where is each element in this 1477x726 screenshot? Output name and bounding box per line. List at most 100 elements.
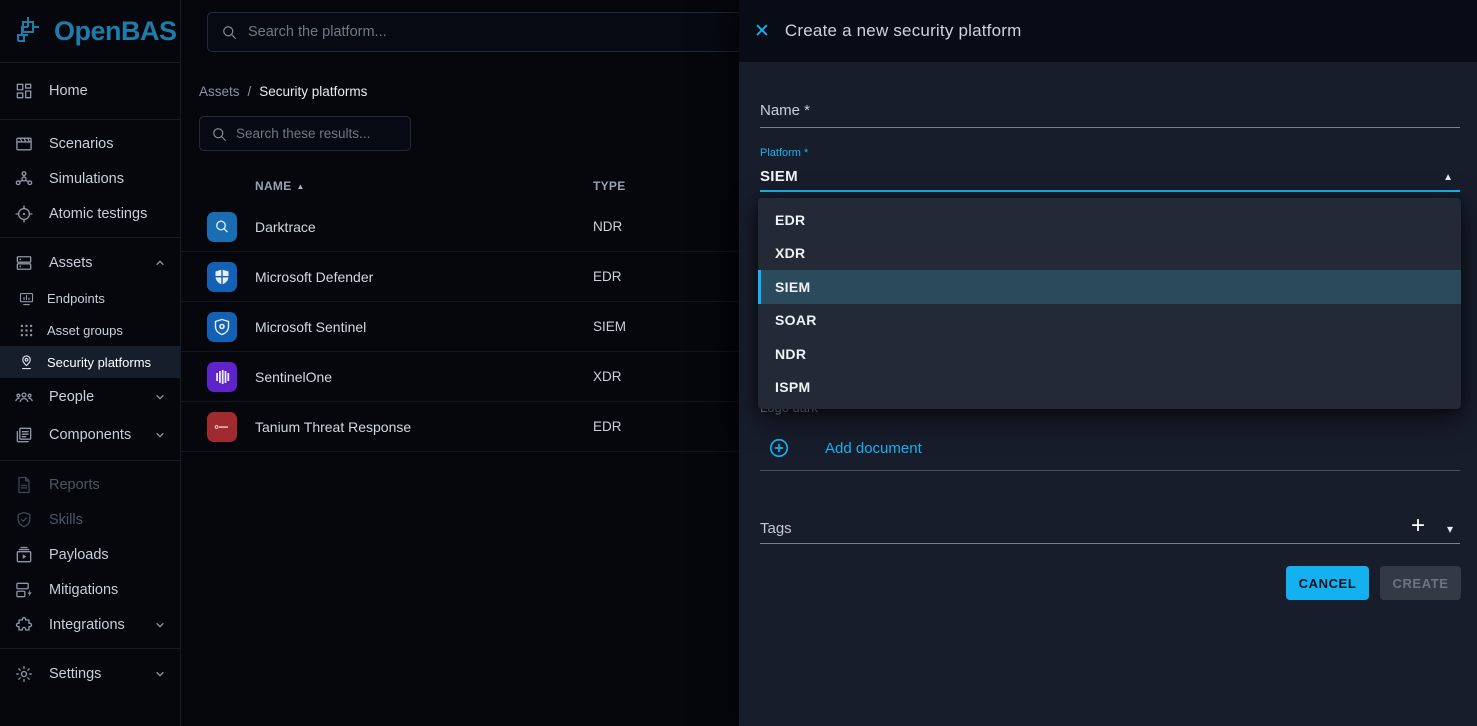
column-header-name[interactable]: NAME ▲	[255, 179, 593, 193]
row-name: Tanium Threat Response	[255, 419, 593, 435]
sidebar-item-components[interactable]: Components	[0, 416, 180, 454]
target-icon	[14, 204, 34, 224]
results-search-input[interactable]	[236, 126, 400, 141]
menu-option-ispm[interactable]: ISPM	[758, 371, 1461, 405]
add-document-button[interactable]: Add document	[825, 440, 922, 457]
sidebar-item-integrations[interactable]: Integrations	[0, 607, 180, 642]
sidebar-item-security-platforms[interactable]: Security platforms	[0, 346, 180, 378]
brand-name: OpenBAS	[54, 16, 177, 47]
sidebar-item-endpoints[interactable]: Endpoints	[0, 282, 180, 314]
sidebar-item-label: Scenarios	[49, 136, 168, 152]
sidebar-item-skills[interactable]: Skills	[0, 502, 180, 537]
menu-option-ndr[interactable]: NDR	[758, 337, 1461, 371]
platform-field-label: Platform *	[760, 147, 808, 159]
platform-field-underline	[760, 190, 1460, 192]
movie-icon	[14, 134, 34, 154]
name-field-label: Name *	[760, 102, 810, 119]
search-icon	[210, 125, 228, 143]
sidebar-item-label: Endpoints	[47, 291, 168, 306]
sidebar-item-assets[interactable]: Assets	[0, 244, 180, 282]
sidebar-item-label: Security platforms	[47, 355, 168, 370]
breadcrumb: Assets / Security platforms	[199, 84, 367, 99]
sidebar-item-label: Reports	[49, 477, 168, 493]
platform-select-value[interactable]: SIEM	[760, 168, 798, 185]
chevron-down-icon	[152, 389, 168, 405]
menu-option-soar[interactable]: SOAR	[758, 304, 1461, 338]
sentinel-logo	[207, 312, 237, 342]
dot-grid-icon	[18, 322, 35, 339]
devices-icon	[18, 290, 35, 307]
sidebar-item-asset-groups[interactable]: Asset groups	[0, 314, 180, 346]
search-icon	[220, 23, 238, 41]
sidebar-item-label: Simulations	[49, 171, 168, 187]
darktrace-logo	[207, 212, 237, 242]
drawer-header: ✕ Create a new security platform	[739, 0, 1477, 62]
sidebar-item-home[interactable]: Home	[0, 69, 180, 113]
select-caret-up-icon[interactable]: ▲	[1443, 172, 1453, 183]
sidebar-item-label: Assets	[49, 255, 137, 271]
sidebar-item-atomic-testings[interactable]: Atomic testings	[0, 196, 180, 231]
sidebar-item-people[interactable]: People	[0, 378, 180, 416]
create-button[interactable]: CREATE	[1380, 566, 1461, 600]
add-tag-icon[interactable]: +	[1411, 514, 1425, 538]
sidebar-item-label: Components	[49, 427, 137, 443]
menu-option-edr[interactable]: EDR	[758, 203, 1461, 237]
drawer-body: Name * Platform * SIEM ▲ Logo dark Add d…	[739, 62, 1477, 726]
sidebar-item-payloads[interactable]: Payloads	[0, 537, 180, 572]
tags-field[interactable]	[760, 543, 1460, 544]
breadcrumb-assets[interactable]: Assets	[199, 84, 240, 99]
sidebar-item-label: Home	[49, 83, 168, 99]
people-icon	[14, 387, 34, 407]
drawer-actions: CANCEL CREATE	[1286, 566, 1461, 600]
sidebar: OpenBAS Home Scenarios Simulations Atomi…	[0, 0, 181, 726]
row-name: Microsoft Defender	[255, 269, 593, 285]
sidebar-item-scenarios[interactable]: Scenarios	[0, 126, 180, 161]
add-circle-icon[interactable]	[768, 437, 790, 459]
gear-icon	[14, 664, 34, 684]
sidebar-item-label: People	[49, 389, 137, 405]
chevron-down-icon	[152, 427, 168, 443]
drawer-title: Create a new security platform	[785, 21, 1022, 41]
brand[interactable]: OpenBAS	[0, 0, 180, 62]
row-name: Darktrace	[255, 219, 593, 235]
menu-option-siem[interactable]: SIEM	[758, 270, 1461, 304]
sidebar-item-settings[interactable]: Settings	[0, 655, 180, 693]
newspaper-icon	[14, 425, 34, 445]
hub-icon	[14, 169, 34, 189]
document-icon	[14, 475, 34, 495]
shield-check-icon	[14, 510, 34, 530]
sentinelone-logo	[207, 362, 237, 392]
sidebar-item-simulations[interactable]: Simulations	[0, 161, 180, 196]
close-icon[interactable]: ✕	[754, 22, 770, 41]
breadcrumb-current: Security platforms	[259, 84, 367, 99]
sidebar-item-label: Settings	[49, 666, 137, 682]
sidebar-item-mitigations[interactable]: Mitigations	[0, 572, 180, 607]
sidebar-item-label: Payloads	[49, 547, 168, 563]
breadcrumb-separator: /	[248, 84, 252, 99]
openbas-logo-icon	[10, 13, 46, 49]
logo-field-underline	[760, 470, 1460, 471]
chevron-up-icon	[152, 255, 168, 271]
name-field[interactable]	[760, 127, 1460, 128]
results-search[interactable]	[199, 116, 411, 151]
tanium-logo	[207, 412, 237, 442]
chevron-down-icon	[152, 617, 168, 633]
dashboard-icon	[14, 81, 34, 101]
row-name: Microsoft Sentinel	[255, 319, 593, 335]
servers-icon	[14, 253, 34, 273]
sort-asc-icon[interactable]: ▲	[297, 182, 305, 191]
subscriptions-icon	[14, 545, 34, 565]
puzzle-icon	[14, 615, 34, 635]
menu-option-xdr[interactable]: XDR	[758, 237, 1461, 271]
sidebar-item-label: Mitigations	[49, 582, 168, 598]
platform-select-menu: EDR XDR SIEM SOAR NDR ISPM	[758, 198, 1461, 409]
sidebar-item-label: Skills	[49, 512, 168, 528]
chevron-down-icon	[152, 666, 168, 682]
sidebar-item-label: Asset groups	[47, 323, 168, 338]
create-security-platform-drawer: ✕ Create a new security platform Name * …	[739, 0, 1477, 726]
cancel-button[interactable]: CANCEL	[1286, 566, 1369, 600]
defender-logo	[207, 262, 237, 292]
sidebar-item-label: Integrations	[49, 617, 137, 633]
tags-caret-down-icon[interactable]: ▾	[1447, 522, 1453, 536]
sidebar-item-reports[interactable]: Reports	[0, 467, 180, 502]
